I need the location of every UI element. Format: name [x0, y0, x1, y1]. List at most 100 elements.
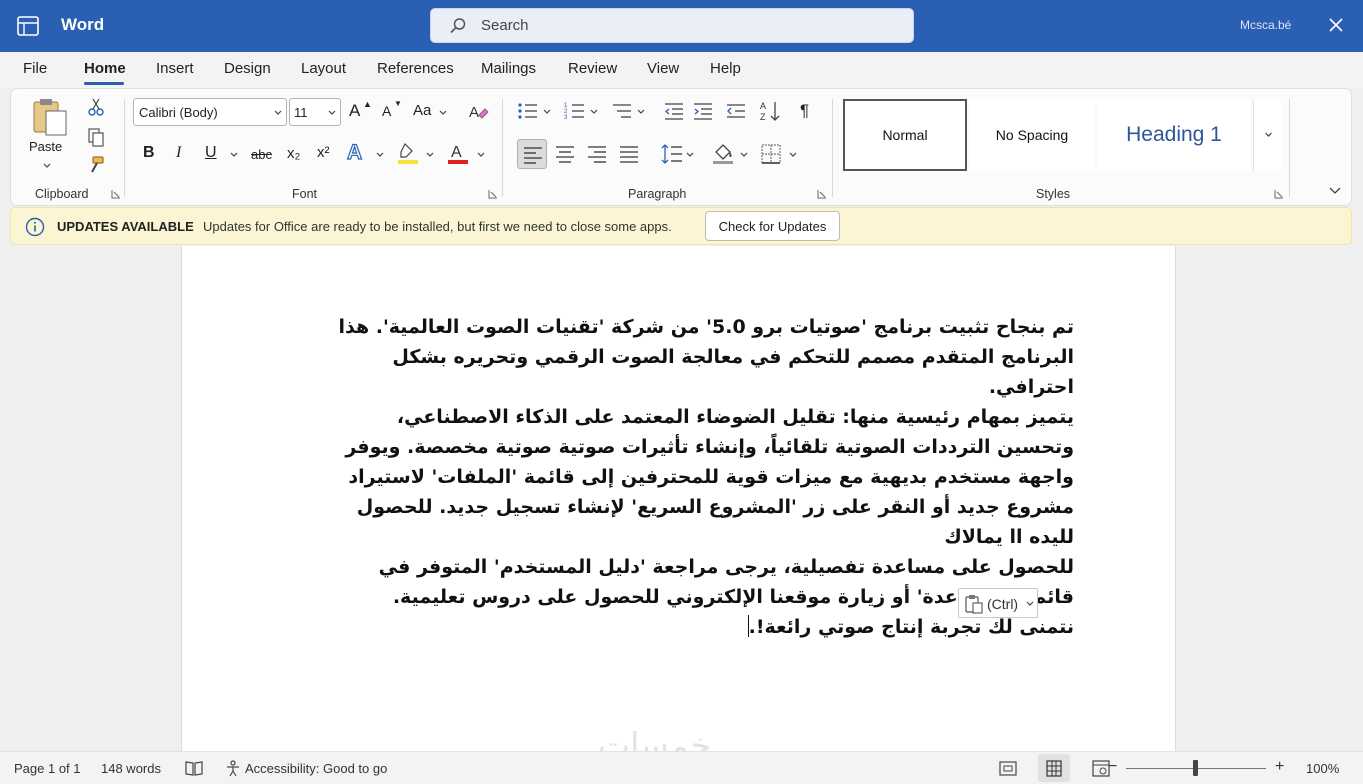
underline-button[interactable]: U	[205, 144, 217, 162]
chevron-down-icon[interactable]	[590, 109, 598, 115]
search-icon	[450, 18, 466, 34]
paste-icon[interactable]	[31, 97, 69, 137]
tab-insert[interactable]: Insert	[156, 60, 194, 77]
chevron-down-icon[interactable]	[43, 163, 51, 169]
chevron-down-icon[interactable]	[543, 109, 551, 115]
paste-options-button[interactable]: (Ctrl)	[958, 588, 1038, 618]
tab-references[interactable]: References	[377, 60, 454, 77]
tab-design[interactable]: Design	[224, 60, 271, 77]
show-formatting-icon[interactable]: ¶	[800, 101, 809, 121]
update-message: Updates for Office are ready to be insta…	[203, 219, 672, 234]
close-icon[interactable]	[1326, 15, 1346, 35]
copy-icon[interactable]	[87, 127, 105, 147]
tab-layout[interactable]: Layout	[301, 60, 346, 77]
zoom-slider-thumb[interactable]	[1193, 760, 1198, 776]
menu-bar: File Home Insert Design Layout Reference…	[0, 52, 1363, 88]
user-name[interactable]: Mcsca.bé	[1240, 18, 1291, 32]
justify-icon[interactable]	[619, 145, 639, 163]
align-center-icon[interactable]	[555, 145, 575, 163]
cut-icon[interactable]	[87, 97, 105, 117]
chevron-down-icon[interactable]	[637, 109, 645, 115]
tab-file[interactable]: File	[23, 60, 47, 77]
zoom-out-button[interactable]: −	[1108, 758, 1117, 776]
collapse-ribbon-icon[interactable]	[1329, 187, 1341, 195]
shading-icon[interactable]	[711, 141, 735, 165]
zoom-in-button[interactable]: +	[1275, 758, 1284, 776]
shrink-font-icon[interactable]: A	[382, 103, 391, 119]
clipboard-icon	[965, 595, 983, 614]
svg-text:A: A	[469, 104, 479, 121]
doc-paragraph-1[interactable]: تم بنجاح تثبيت برنامج 'صوتيات برو 5.0' م…	[322, 312, 1074, 402]
bold-button[interactable]: B	[143, 144, 155, 162]
chevron-down-icon[interactable]	[740, 152, 748, 158]
document-page[interactable]: تم بنجاح تثبيت برنامج 'صوتيات برو 5.0' م…	[181, 246, 1176, 751]
info-icon	[25, 217, 45, 237]
accessibility-status[interactable]: Accessibility: Good to go	[245, 761, 387, 776]
tab-home[interactable]: Home	[84, 60, 126, 77]
superscript-button[interactable]: x²	[317, 144, 330, 161]
focus-mode-icon[interactable]	[999, 760, 1017, 777]
tab-view[interactable]: View	[647, 60, 679, 77]
align-left-button[interactable]	[517, 139, 547, 169]
format-painter-icon[interactable]	[87, 155, 105, 175]
bullets-icon[interactable]	[517, 101, 539, 121]
chevron-down-icon[interactable]	[439, 110, 447, 116]
style-heading-1-label: Heading 1	[1126, 123, 1222, 146]
zoom-level[interactable]: 100%	[1306, 761, 1339, 776]
check-for-updates-label: Check for Updates	[718, 218, 827, 234]
rtl-direction-icon[interactable]	[725, 101, 747, 121]
numbering-icon[interactable]: 123	[564, 101, 586, 121]
increase-indent-icon[interactable]	[692, 101, 714, 121]
chevron-down-icon[interactable]	[376, 152, 384, 158]
chevron-down-icon[interactable]	[477, 152, 485, 158]
chevron-down-icon[interactable]	[426, 152, 434, 158]
search-input[interactable]: Search	[481, 17, 529, 34]
check-for-updates-button[interactable]: Check for Updates	[705, 211, 840, 241]
decrease-indent-icon[interactable]	[663, 101, 685, 121]
style-no-spacing[interactable]: No Spacing	[969, 99, 1095, 171]
print-layout-button[interactable]	[1038, 754, 1070, 782]
highlighter-icon[interactable]	[397, 141, 419, 165]
dialog-launcher-icon[interactable]	[488, 189, 498, 199]
italic-button[interactable]: I	[176, 144, 181, 162]
doc-paragraph-2[interactable]: يتميز بمهام رئيسية منها: تقليل الضوضاء ا…	[322, 402, 1074, 552]
style-normal[interactable]: Normal	[843, 99, 967, 171]
tab-help[interactable]: Help	[710, 60, 741, 77]
change-case-icon[interactable]: Aa	[413, 102, 431, 119]
word-count[interactable]: 148 words	[101, 761, 161, 776]
borders-icon[interactable]	[761, 144, 781, 164]
doc-paragraph-4-text[interactable]: نتمنى لك تجربة إنتاج صوتي رائعة!.	[749, 616, 1074, 638]
styles-more-button[interactable]	[1253, 99, 1281, 171]
dialog-launcher-icon[interactable]	[1274, 189, 1284, 199]
dialog-launcher-icon[interactable]	[817, 189, 827, 199]
style-heading-1[interactable]: Heading 1	[1097, 99, 1251, 171]
text-effects-icon[interactable]: A	[346, 140, 362, 165]
tab-review[interactable]: Review	[568, 60, 617, 77]
search-box[interactable]: Search	[430, 8, 914, 43]
document-area[interactable]: تم بنجاح تثبيت برنامج 'صوتيات برو 5.0' م…	[0, 246, 1363, 766]
font-color-icon[interactable]: A	[447, 141, 469, 165]
chevron-down-icon[interactable]	[230, 152, 238, 158]
line-spacing-icon[interactable]	[661, 143, 683, 165]
font-name-select[interactable]: Calibri (Body)	[133, 98, 287, 126]
grow-font-icon[interactable]: A	[349, 101, 360, 121]
chevron-down-icon[interactable]	[686, 152, 694, 158]
clear-formatting-icon[interactable]: A	[467, 101, 489, 123]
proofing-book-icon[interactable]	[185, 760, 203, 777]
subscript-button[interactable]: x₂	[287, 145, 300, 162]
style-no-spacing-label: No Spacing	[995, 127, 1069, 143]
group-separator	[502, 99, 503, 197]
page-count[interactable]: Page 1 of 1	[14, 761, 81, 776]
align-right-icon[interactable]	[587, 145, 607, 163]
chevron-down-icon[interactable]	[789, 152, 797, 158]
strikethrough-button[interactable]: abc	[251, 147, 272, 162]
accessibility-icon[interactable]	[225, 760, 243, 777]
paste-button[interactable]: Paste	[29, 139, 62, 154]
multilevel-list-icon[interactable]	[611, 101, 633, 121]
font-size-select[interactable]: 11	[289, 98, 341, 126]
sort-icon[interactable]: A Z	[760, 99, 782, 123]
highlight-color-swatch	[398, 160, 418, 164]
dialog-launcher-icon[interactable]	[111, 189, 121, 199]
svg-text:A: A	[451, 144, 462, 161]
tab-mailings[interactable]: Mailings	[481, 60, 536, 77]
